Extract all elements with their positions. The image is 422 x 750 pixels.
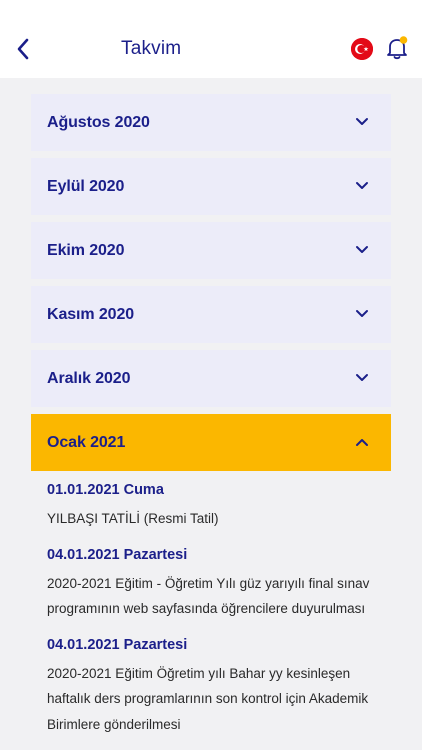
event-date: 01.01.2021 Cuma	[47, 482, 164, 498]
month-label: Eylül 2020	[47, 177, 125, 195]
month-row-kasim-2020[interactable]: Kasım 2020	[31, 286, 391, 343]
chevron-down-icon	[355, 244, 369, 256]
month-label: Kasım 2020	[47, 305, 135, 323]
event-description: 2020-2021 Eğitim Öğretim yılı Bahar yy k…	[47, 665, 369, 732]
language-button[interactable]	[351, 38, 373, 60]
month-row-ocak-2021[interactable]: Ocak 2021	[31, 414, 391, 471]
turkish-flag-icon	[351, 38, 373, 60]
month-accordion-list: Ağustos 2020 Eylül 2020 Ekim 2020 Kasım …	[31, 94, 391, 478]
event-list: 01.01.2021 Cuma YILBAŞI TATİLİ (Resmi Ta…	[47, 480, 377, 750]
month-label: Ağustos 2020	[47, 113, 150, 131]
month-row-agustos-2020[interactable]: Ağustos 2020	[31, 94, 391, 151]
calendar-screen: Takvim Ağustos 2020 Eylül 2020 Ekim 2020…	[0, 0, 422, 750]
app-header: Takvim	[0, 0, 422, 78]
chevron-down-icon	[355, 180, 369, 192]
bell-icon	[387, 36, 408, 60]
notifications-button[interactable]	[385, 35, 409, 61]
list-item: 01.01.2021 Cuma YILBAŞI TATİLİ (Resmi Ta…	[47, 480, 377, 532]
chevron-down-icon	[355, 116, 369, 128]
page-title: Takvim	[121, 38, 182, 59]
month-row-aralik-2020[interactable]: Aralık 2020	[31, 350, 391, 407]
event-date: 04.01.2021 Pazartesi	[47, 636, 188, 653]
event-description: YILBAŞI TATİLİ (Resmi Tatil)	[47, 511, 219, 526]
list-item: 04.01.2021 Pazartesi 2020-2021 Eğitim - …	[47, 545, 377, 622]
month-row-eylul-2020[interactable]: Eylül 2020	[31, 158, 391, 215]
chevron-down-icon	[355, 372, 369, 384]
chevron-left-icon	[17, 38, 29, 60]
back-button[interactable]	[10, 34, 36, 64]
month-row-ekim-2020[interactable]: Ekim 2020	[31, 222, 391, 279]
month-label: Ocak 2021	[47, 433, 126, 451]
chevron-down-icon	[355, 308, 369, 320]
month-label: Aralık 2020	[47, 369, 131, 387]
list-item: 04.01.2021 Pazartesi 2020-2021 Eğitim Öğ…	[47, 635, 377, 738]
month-label: Ekim 2020	[47, 241, 125, 259]
chevron-up-icon	[355, 436, 369, 448]
event-description: 2020-2021 Eğitim - Öğretim Yılı güz yarı…	[47, 575, 370, 617]
event-date: 04.01.2021 Pazartesi	[47, 546, 188, 563]
